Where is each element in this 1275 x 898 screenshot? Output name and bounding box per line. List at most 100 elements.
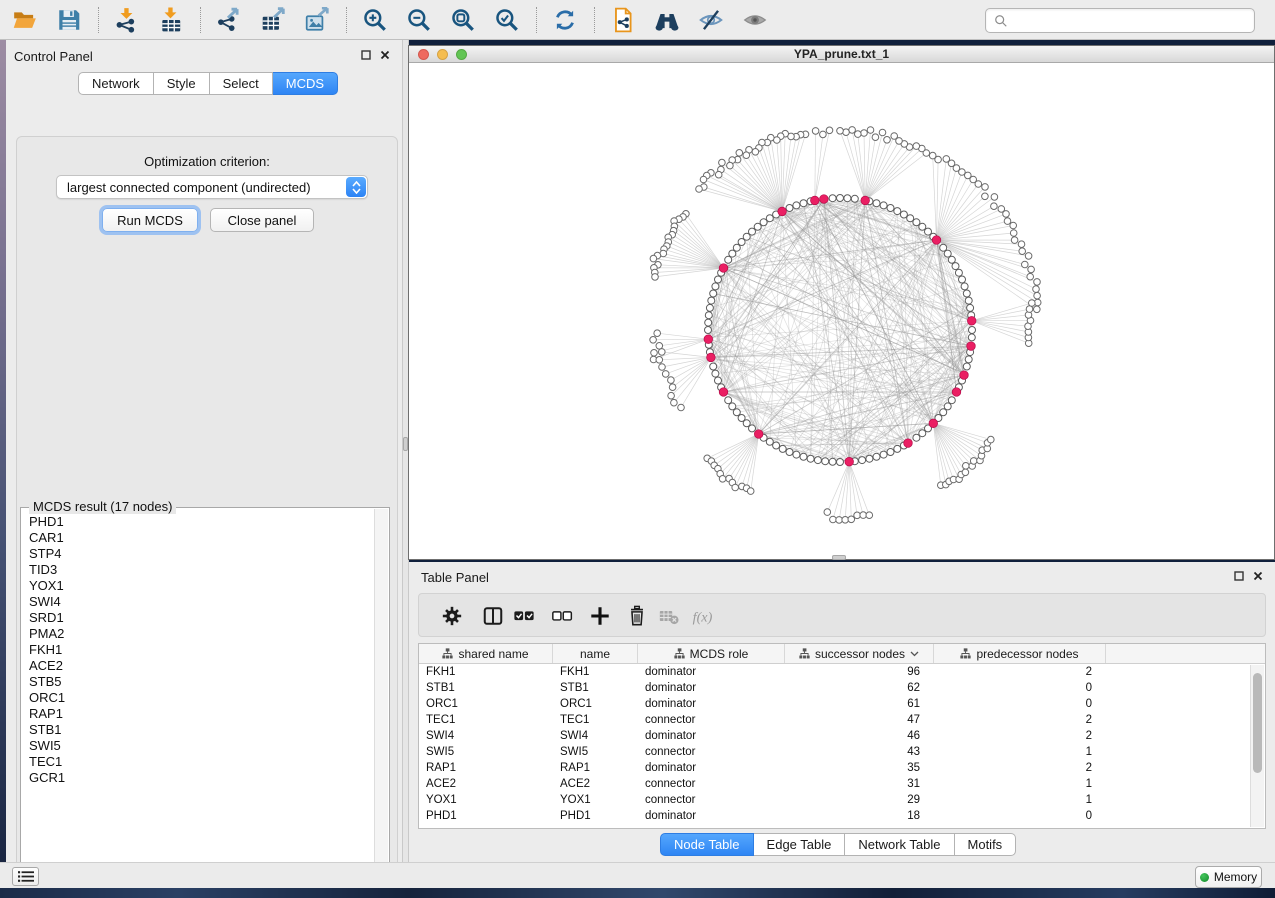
cell[interactable]: TEC1 — [553, 712, 638, 728]
mcds-result-item[interactable]: TID3 — [29, 562, 374, 578]
search-box[interactable] — [985, 8, 1255, 33]
column-header-shared-name[interactable]: shared name — [419, 644, 553, 663]
search-input[interactable] — [1014, 14, 1246, 28]
save-icon[interactable] — [52, 4, 86, 36]
cell[interactable]: ORC1 — [419, 696, 553, 712]
cell[interactable]: YOX1 — [553, 792, 638, 808]
float-panel-icon[interactable] — [361, 50, 371, 60]
mcds-result-scrollbar[interactable] — [374, 509, 388, 877]
cell[interactable]: ORC1 — [553, 696, 638, 712]
table-row[interactable]: SWI5SWI5connector431 — [419, 744, 1265, 760]
cell[interactable]: FKH1 — [419, 664, 553, 680]
table-row[interactable]: TEC1TEC1connector472 — [419, 712, 1265, 728]
gear-icon[interactable] — [437, 602, 467, 630]
cell[interactable]: SWI5 — [553, 744, 638, 760]
cell[interactable]: 96 — [785, 664, 934, 680]
run-mcds-button[interactable]: Run MCDS — [102, 208, 198, 232]
cell[interactable]: 0 — [934, 696, 1106, 712]
cell[interactable]: dominator — [638, 808, 785, 824]
close-table-panel-icon[interactable] — [1253, 571, 1263, 581]
tab-network[interactable]: Network — [78, 72, 154, 95]
close-window-icon[interactable] — [418, 49, 429, 60]
cell[interactable]: dominator — [638, 680, 785, 696]
export-image-icon[interactable] — [300, 4, 334, 36]
cell[interactable]: dominator — [638, 664, 785, 680]
cell[interactable]: SWI4 — [553, 728, 638, 744]
cell[interactable]: connector — [638, 792, 785, 808]
export-network-icon[interactable] — [212, 4, 246, 36]
tab-select[interactable]: Select — [210, 72, 273, 95]
share-document-icon[interactable] — [606, 4, 640, 36]
cell[interactable]: connector — [638, 776, 785, 792]
table-row[interactable]: SWI4SWI4dominator462 — [419, 728, 1265, 744]
mcds-result-item[interactable]: STB5 — [29, 674, 374, 690]
cell[interactable]: 61 — [785, 696, 934, 712]
mcds-result-item[interactable]: ORC1 — [29, 690, 374, 706]
close-panel-icon[interactable] — [380, 50, 390, 60]
cell[interactable]: 0 — [934, 680, 1106, 696]
cell[interactable]: PHD1 — [553, 808, 638, 824]
import-table-icon[interactable] — [154, 4, 188, 36]
cell[interactable]: 2 — [934, 712, 1106, 728]
cell[interactable]: STB1 — [553, 680, 638, 696]
table-scrollbar[interactable] — [1250, 665, 1264, 827]
mcds-result-item[interactable]: STB1 — [29, 722, 374, 738]
maximize-window-icon[interactable] — [456, 49, 467, 60]
network-window-titlebar[interactable]: YPA_prune.txt_1 — [409, 46, 1274, 63]
mcds-result-item[interactable]: SRD1 — [29, 610, 374, 626]
cell[interactable]: 31 — [785, 776, 934, 792]
import-network-icon[interactable] — [110, 4, 144, 36]
zoom-selected-icon[interactable] — [490, 4, 524, 36]
minimize-window-icon[interactable] — [437, 49, 448, 60]
mcds-result-item[interactable]: CAR1 — [29, 530, 374, 546]
mcds-result-item[interactable]: ACE2 — [29, 658, 374, 674]
eye-icon[interactable] — [738, 4, 772, 36]
mcds-result-item[interactable]: SWI4 — [29, 594, 374, 610]
cell[interactable]: connector — [638, 744, 785, 760]
mcds-result-item[interactable]: PHD1 — [29, 514, 374, 530]
cell[interactable]: dominator — [638, 728, 785, 744]
column-header-name[interactable]: name — [553, 644, 638, 663]
float-table-panel-icon[interactable] — [1234, 571, 1244, 581]
cell[interactable]: 2 — [934, 760, 1106, 776]
cell[interactable]: 2 — [934, 664, 1106, 680]
cell[interactable]: YOX1 — [419, 792, 553, 808]
cell[interactable]: 35 — [785, 760, 934, 776]
table-tab-network-table[interactable]: Network Table — [845, 833, 954, 856]
table-tab-node-table[interactable]: Node Table — [660, 833, 754, 856]
cell[interactable]: 18 — [785, 808, 934, 824]
optimization-criterion-select[interactable]: largest connected component (undirected) — [56, 175, 368, 199]
table-tab-motifs[interactable]: Motifs — [955, 833, 1017, 856]
cell[interactable]: SWI5 — [419, 744, 553, 760]
cell[interactable]: connector — [638, 712, 785, 728]
cell[interactable]: RAP1 — [553, 760, 638, 776]
eye-slash-icon[interactable] — [694, 4, 728, 36]
mcds-result-item[interactable]: PMA2 — [29, 626, 374, 642]
mcds-result-item[interactable]: FKH1 — [29, 642, 374, 658]
cell[interactable]: ACE2 — [419, 776, 553, 792]
memory-button[interactable]: Memory — [1195, 866, 1262, 888]
unselect-checks-icon[interactable] — [547, 602, 577, 630]
cell[interactable]: STB1 — [419, 680, 553, 696]
select-all-checks-icon[interactable] — [509, 602, 539, 630]
network-view[interactable] — [409, 63, 1274, 559]
cell[interactable]: 2 — [934, 728, 1106, 744]
split-columns-icon[interactable] — [478, 602, 508, 630]
table-tab-edge-table[interactable]: Edge Table — [754, 833, 846, 856]
column-header-successor-nodes[interactable]: successor nodes — [785, 644, 934, 663]
cell[interactable]: 1 — [934, 792, 1106, 808]
binoculars-icon[interactable] — [650, 4, 684, 36]
cell[interactable]: 62 — [785, 680, 934, 696]
cell[interactable]: 43 — [785, 744, 934, 760]
cell[interactable]: dominator — [638, 696, 785, 712]
cell[interactable]: 1 — [934, 776, 1106, 792]
table-row[interactable]: FKH1FKH1dominator962 — [419, 664, 1265, 680]
cell[interactable]: 29 — [785, 792, 934, 808]
open-folder-icon[interactable] — [8, 4, 42, 36]
task-history-button[interactable] — [12, 867, 39, 886]
cell[interactable]: 1 — [934, 744, 1106, 760]
tab-style[interactable]: Style — [154, 72, 210, 95]
table-row[interactable]: ACE2ACE2connector311 — [419, 776, 1265, 792]
tab-mcds[interactable]: MCDS — [273, 72, 338, 95]
column-header-MCDS-role[interactable]: MCDS role — [638, 644, 785, 663]
